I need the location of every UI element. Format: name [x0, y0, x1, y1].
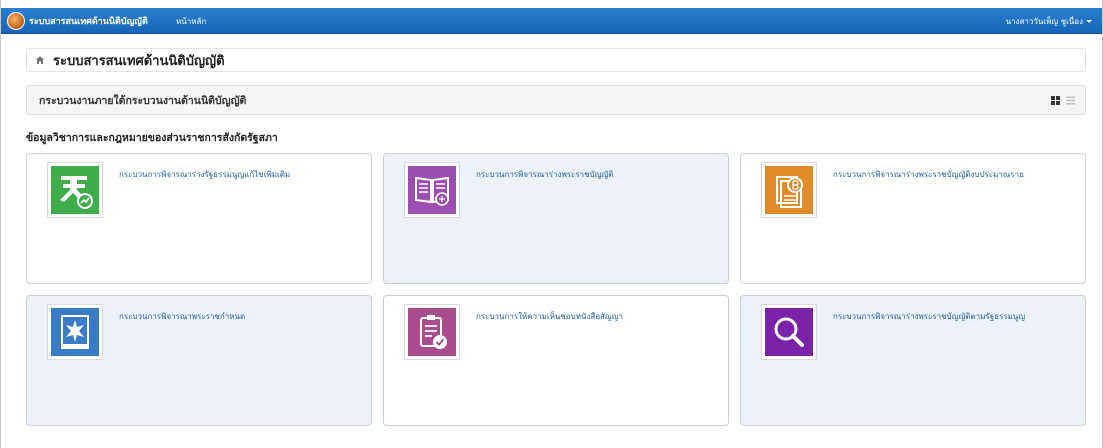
- user-name: นางสาววันเพ็ญ ชูเนื่อง: [1005, 17, 1083, 26]
- process-card-constitutional-act[interactable]: กระบวนการพิจารณาร่างพระราชบัญญัติตามรัฐธ…: [740, 295, 1086, 426]
- process-card-royal-decree[interactable]: กระบวนการพิจารณาพระราชกำหนด: [26, 295, 372, 426]
- parliament-logo-icon: [7, 12, 25, 30]
- treaty-approval-icon: [408, 308, 456, 356]
- card-icon-frame: [404, 162, 460, 218]
- group-heading: ข้อมูลวิชาการและกฎหมายของส่วนราชการสังกั…: [26, 132, 278, 144]
- view-toggle: [1051, 96, 1075, 105]
- card-icon-frame: [47, 304, 103, 360]
- card-label: กระบวนการพิจารณาร่างพระราชบัญญัติงบประมา…: [833, 170, 1024, 179]
- breadcrumb: ระบบสารสนเทศด้านนิติบัญญัติ: [26, 48, 1086, 72]
- section-title: กระบวนงานภายใต้กระบวนงานด้านนิติบัญญัติ: [39, 94, 247, 107]
- card-label: กระบวนการพิจารณาร่างพระราชบัญญัติ: [476, 170, 614, 179]
- list-view-icon[interactable]: [1066, 96, 1075, 105]
- card-icon-frame: [404, 304, 460, 360]
- process-card-budget-bill[interactable]: กระบวนการพิจารณาร่างพระราชบัญญัติงบประมา…: [740, 153, 1086, 284]
- card-label: กระบวนการพิจารณาร่างพระราชบัญญัติตามรัฐธ…: [833, 312, 1026, 321]
- law-book-icon: [408, 166, 456, 214]
- process-card-treaty-approval[interactable]: กระบวนการให้ความเห็นชอบหนังสือสัญญา: [383, 295, 729, 426]
- card-label: กระบวนการพิจารณาร่างรัฐธรรมนูญแก้ไขเพิ่ม…: [119, 170, 291, 179]
- search-magnifier-icon: [765, 308, 813, 356]
- process-card-constitution-amendment[interactable]: กระบวนการพิจารณาร่างรัฐธรรมนูญแก้ไขเพิ่ม…: [26, 153, 372, 284]
- card-icon-frame: [761, 162, 817, 218]
- constitution-icon: [51, 166, 99, 214]
- nav-home-link[interactable]: หน้าหลัก: [176, 15, 206, 28]
- decree-icon: [51, 308, 99, 356]
- budget-document-icon: [765, 166, 813, 214]
- brand-title: ระบบสารสนเทศด้านนิติบัญญัติ: [29, 17, 148, 27]
- brand-link[interactable]: ระบบสารสนเทศด้านนิติบัญญัติ: [7, 11, 148, 31]
- process-card-act-bill[interactable]: กระบวนการพิจารณาร่างพระราชบัญญัติ: [383, 153, 729, 284]
- card-label: กระบวนการให้ความเห็นชอบหนังสือสัญญา: [476, 312, 624, 321]
- section-header: กระบวนงานภายใต้กระบวนงานด้านนิติบัญญัติ: [26, 85, 1086, 115]
- card-label: กระบวนการพิจารณาพระราชกำหนด: [119, 312, 246, 321]
- card-icon-frame: [761, 304, 817, 360]
- home-icon[interactable]: [35, 55, 45, 65]
- page-title: ระบบสารสนเทศด้านนิติบัญญัติ: [53, 53, 225, 69]
- top-navbar: ระบบสารสนเทศด้านนิติบัญญัติ หน้าหลัก นาง…: [1, 8, 1102, 34]
- grid-view-icon[interactable]: [1051, 96, 1060, 105]
- caret-down-icon: [1086, 20, 1092, 23]
- user-menu-dropdown[interactable]: นางสาววันเพ็ญ ชูเนื่อง: [1006, 15, 1092, 28]
- card-icon-frame: [47, 162, 103, 218]
